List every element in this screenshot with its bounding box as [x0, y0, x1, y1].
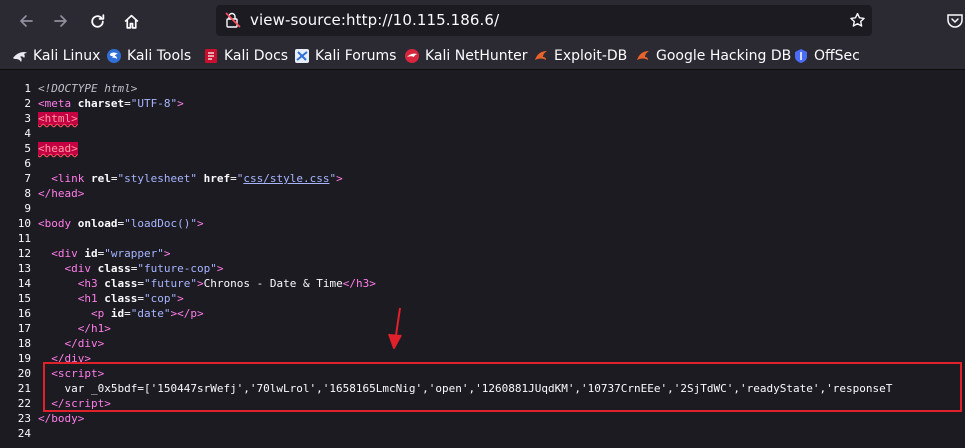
- source-line: 13 <div class="future-cop">: [0, 261, 965, 276]
- annotation-highlight-box: [43, 362, 962, 412]
- source-line: 8 </head>: [0, 186, 965, 201]
- source-line: 12 <div id="wrapper">: [0, 246, 965, 261]
- source-line: 1 <!DOCTYPE html>: [0, 81, 965, 96]
- line-number: 5: [24, 142, 31, 155]
- line-number: 10: [17, 217, 31, 230]
- bookmark-label: Kali Forums: [315, 48, 397, 64]
- home-button[interactable]: [116, 6, 146, 36]
- ghdb-icon: [635, 48, 651, 64]
- exploit-db-icon: [533, 48, 549, 64]
- line-number: 3: [24, 112, 31, 125]
- line-number: 6: [24, 157, 31, 170]
- bookmark-kali-tools[interactable]: Kali Tools: [106, 46, 191, 66]
- reload-button[interactable]: [82, 6, 112, 36]
- line-number: 16: [17, 307, 31, 320]
- bookmark-star-icon[interactable]: [849, 12, 866, 33]
- div-class-value: future-cop: [144, 262, 211, 275]
- line-number: 13: [17, 262, 31, 275]
- source-line: 4: [0, 126, 965, 141]
- url-text[interactable]: view-source:http://10.115.186.6/: [250, 11, 499, 29]
- onload-value: loadDoc(): [130, 217, 191, 230]
- source-line: 7 <link rel="stylesheet" href="css/style…: [0, 171, 965, 186]
- bookmark-google-hacking-db[interactable]: Google Hacking DB: [635, 46, 791, 66]
- line-number: 24: [17, 427, 31, 440]
- arrow-right-icon: [54, 15, 67, 27]
- bookmark-exploit-db[interactable]: Exploit-DB: [533, 46, 627, 66]
- source-line: 18 </div>: [0, 336, 965, 351]
- annotation-arrow: [388, 307, 402, 349]
- head-tag-error: <head>: [38, 142, 78, 155]
- line-number: 7: [24, 172, 31, 185]
- line-number: 12: [17, 247, 31, 260]
- line-number: 18: [17, 337, 31, 350]
- h3-text: Chronos - Date & Time: [203, 277, 343, 290]
- kali-forums-icon: [294, 48, 310, 64]
- back-button[interactable]: [11, 6, 41, 36]
- line-number: 19: [17, 352, 31, 365]
- source-line: 23 </body>: [0, 411, 965, 426]
- offsec-icon: [793, 48, 809, 64]
- home-icon: [124, 14, 138, 29]
- line-number: 20: [17, 367, 31, 380]
- link-rel-value: stylesheet: [124, 172, 191, 185]
- source-line: 11: [0, 231, 965, 246]
- source-line: 5 <head>: [0, 141, 965, 156]
- bookmark-kali-nethunter[interactable]: Kali NetHunter: [404, 46, 527, 66]
- address-bar[interactable]: view-source:http://10.115.186.6/: [216, 5, 872, 36]
- line-number: 23: [17, 412, 31, 425]
- forward-button[interactable]: [46, 6, 76, 36]
- view-source-pane[interactable]: 1 <!DOCTYPE html> 2 <meta charset="UTF-8">…: [0, 71, 965, 448]
- wrapper-id: wrapper: [110, 247, 158, 260]
- bookmark-label: OffSec: [814, 48, 860, 64]
- kali-dragon-icon: [12, 48, 28, 64]
- source-line: 3 <html>: [0, 111, 965, 126]
- line-number: 17: [17, 322, 31, 335]
- bookmark-label: Kali Tools: [127, 48, 192, 64]
- bookmark-label: Exploit-DB: [554, 48, 628, 64]
- p-id-value: date: [137, 307, 164, 320]
- bookmark-kali-docs[interactable]: Kali Docs: [203, 46, 288, 66]
- line-number: 4: [24, 127, 31, 140]
- source-line: 24: [0, 426, 965, 441]
- line-number: 1: [24, 82, 31, 95]
- pocket-icon[interactable]: [946, 12, 964, 34]
- reload-icon: [90, 13, 104, 28]
- bookmark-label: Kali NetHunter: [425, 48, 528, 64]
- line-number: 2: [24, 97, 31, 110]
- bookmark-label: Google Hacking DB: [656, 48, 792, 64]
- arrow-left-icon: [20, 15, 33, 27]
- line-number: 9: [24, 202, 31, 215]
- browser-toolbar: view-source:http://10.115.186.6/: [0, 0, 965, 42]
- kali-docs-icon: [203, 48, 219, 64]
- bookmark-label: Kali Docs: [224, 48, 289, 64]
- charset-value: UTF-8: [137, 97, 171, 110]
- insecure-lock-icon[interactable]: [224, 11, 242, 33]
- h3-class-value: future: [150, 277, 191, 290]
- h1-class-value: cop: [150, 292, 171, 305]
- source-line: 15 <h1 class="cop">: [0, 291, 965, 306]
- bookmark-offsec[interactable]: OffSec: [793, 46, 860, 66]
- line-number: 11: [17, 232, 31, 245]
- source-line: 9: [0, 201, 965, 216]
- line-number: 15: [17, 292, 31, 305]
- doctype: <!DOCTYPE html>: [38, 82, 138, 95]
- bookmark-kali-forums[interactable]: Kali Forums: [294, 46, 396, 66]
- html-tag-error: <html>: [38, 112, 78, 125]
- bookmark-label: Kali Linux: [33, 48, 101, 64]
- kali-nethunter-icon: [404, 48, 420, 64]
- bookmark-kali-linux[interactable]: Kali Linux: [12, 46, 100, 66]
- source-line: 6: [0, 156, 965, 171]
- source-line: 2 <meta charset="UTF-8">: [0, 96, 965, 111]
- line-number: 14: [17, 277, 31, 290]
- source-line: 17 </h1>: [0, 321, 965, 336]
- line-number: 21: [17, 382, 31, 395]
- kali-tools-icon: [106, 48, 122, 64]
- source-line: 14 <h3 class="future">Chronos - Date & T…: [0, 276, 965, 291]
- stylesheet-link[interactable]: css/style.css: [243, 172, 329, 185]
- source-line: 10 <body onload="loadDoc()">: [0, 216, 965, 231]
- line-number: 22: [17, 397, 31, 410]
- line-number: 8: [24, 187, 31, 200]
- bookmarks-toolbar: Kali Linux Kali Tools Kali Docs Kali For…: [0, 42, 965, 70]
- source-line: 16 <p id="date"></p>: [0, 306, 965, 321]
